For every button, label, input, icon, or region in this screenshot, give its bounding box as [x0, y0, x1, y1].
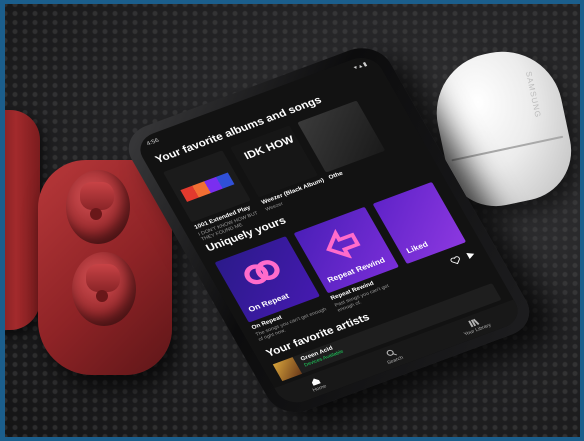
rewind-arrows-icon	[326, 228, 361, 259]
photo-scene: SAMSUNG 4:56 ▾ ▴ ▮ Your favorite albums …	[0, 0, 584, 441]
album-art-stripes	[180, 172, 235, 202]
nav-search[interactable]: Search	[381, 347, 405, 366]
player-controls	[449, 250, 477, 266]
case-brand-text: SAMSUNG	[523, 70, 543, 119]
red-earbuds-case-lid	[0, 110, 40, 330]
tile-title: Liked	[404, 239, 430, 256]
now-playing-artwork	[272, 357, 303, 382]
infinity-loop-icon	[244, 260, 280, 285]
play-icon[interactable]	[464, 250, 477, 261]
status-time: 4:56	[145, 137, 161, 148]
case-seam	[451, 135, 564, 162]
album-logo-text: IDK HOW	[242, 134, 297, 162]
status-icons: ▾ ▴ ▮	[353, 61, 369, 72]
album-title: Othe	[327, 170, 345, 181]
heart-icon[interactable]	[449, 255, 462, 266]
nav-home[interactable]: Home	[307, 375, 328, 393]
